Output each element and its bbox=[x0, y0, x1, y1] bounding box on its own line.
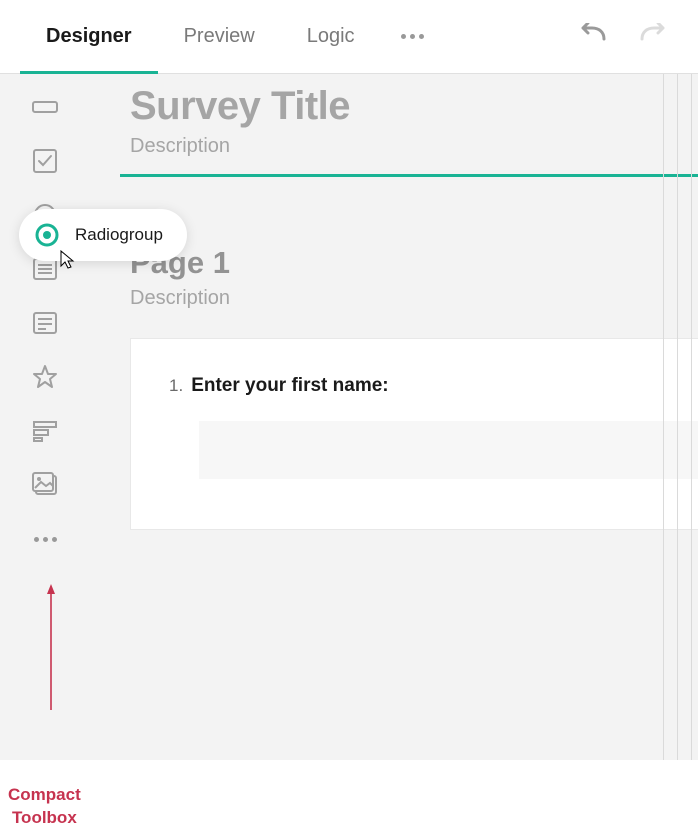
tab-preview[interactable]: Preview bbox=[158, 0, 281, 73]
question-card[interactable]: 1. Enter your first name: bbox=[130, 338, 698, 530]
undo-redo-group bbox=[578, 23, 678, 50]
main-area: Radiogroup Survey Title Description Page… bbox=[0, 74, 698, 760]
comment-icon bbox=[32, 311, 58, 335]
dots-icon bbox=[34, 537, 57, 542]
toolbox-item-checkbox[interactable] bbox=[32, 148, 58, 174]
design-canvas: Survey Title Description Page 1 Descript… bbox=[90, 74, 698, 760]
radiogroup-icon bbox=[33, 221, 61, 249]
page-title[interactable]: Page 1 bbox=[130, 245, 690, 281]
question-title[interactable]: 1. Enter your first name: bbox=[169, 375, 661, 397]
undo-icon bbox=[578, 23, 608, 45]
star-icon bbox=[32, 364, 58, 390]
undo-button[interactable] bbox=[578, 23, 608, 50]
text-input-field[interactable] bbox=[199, 421, 698, 479]
toolbox-item-ranking[interactable] bbox=[32, 418, 58, 444]
toolbox-item-singleinput[interactable] bbox=[32, 94, 58, 120]
cursor-icon bbox=[60, 250, 76, 275]
checkbox-icon bbox=[32, 148, 58, 174]
top-navigation: Designer Preview Logic bbox=[0, 0, 698, 74]
toolbox-item-rating[interactable] bbox=[32, 364, 58, 390]
tabs-container: Designer Preview Logic bbox=[20, 0, 444, 73]
tab-more[interactable] bbox=[381, 0, 444, 73]
tab-designer[interactable]: Designer bbox=[20, 0, 158, 73]
question-number: 1. bbox=[169, 376, 183, 395]
singleinput-icon bbox=[32, 98, 58, 116]
toolbox-item-imagepicker[interactable] bbox=[32, 472, 58, 498]
toolbox-item-more[interactable] bbox=[32, 526, 58, 552]
question-text-content: Enter your first name: bbox=[191, 375, 388, 396]
panel-edges bbox=[658, 74, 698, 760]
dots-icon bbox=[401, 34, 424, 39]
tooltip-label: Radiogroup bbox=[75, 225, 163, 245]
ranking-icon bbox=[32, 420, 58, 442]
divider bbox=[120, 174, 698, 177]
page-description-input[interactable]: Description bbox=[130, 287, 690, 310]
survey-title-input[interactable]: Survey Title bbox=[130, 84, 690, 129]
annotation-label: Compact Toolbox bbox=[8, 784, 81, 830]
tab-logic[interactable]: Logic bbox=[281, 0, 381, 73]
imagepicker-icon bbox=[32, 472, 58, 498]
redo-icon bbox=[638, 23, 668, 45]
toolbox-tooltip[interactable]: Radiogroup bbox=[19, 209, 187, 261]
toolbox-item-comment[interactable] bbox=[32, 310, 58, 336]
compact-toolbox bbox=[0, 74, 90, 760]
redo-button[interactable] bbox=[638, 23, 668, 50]
survey-description-input[interactable]: Description bbox=[130, 135, 690, 158]
